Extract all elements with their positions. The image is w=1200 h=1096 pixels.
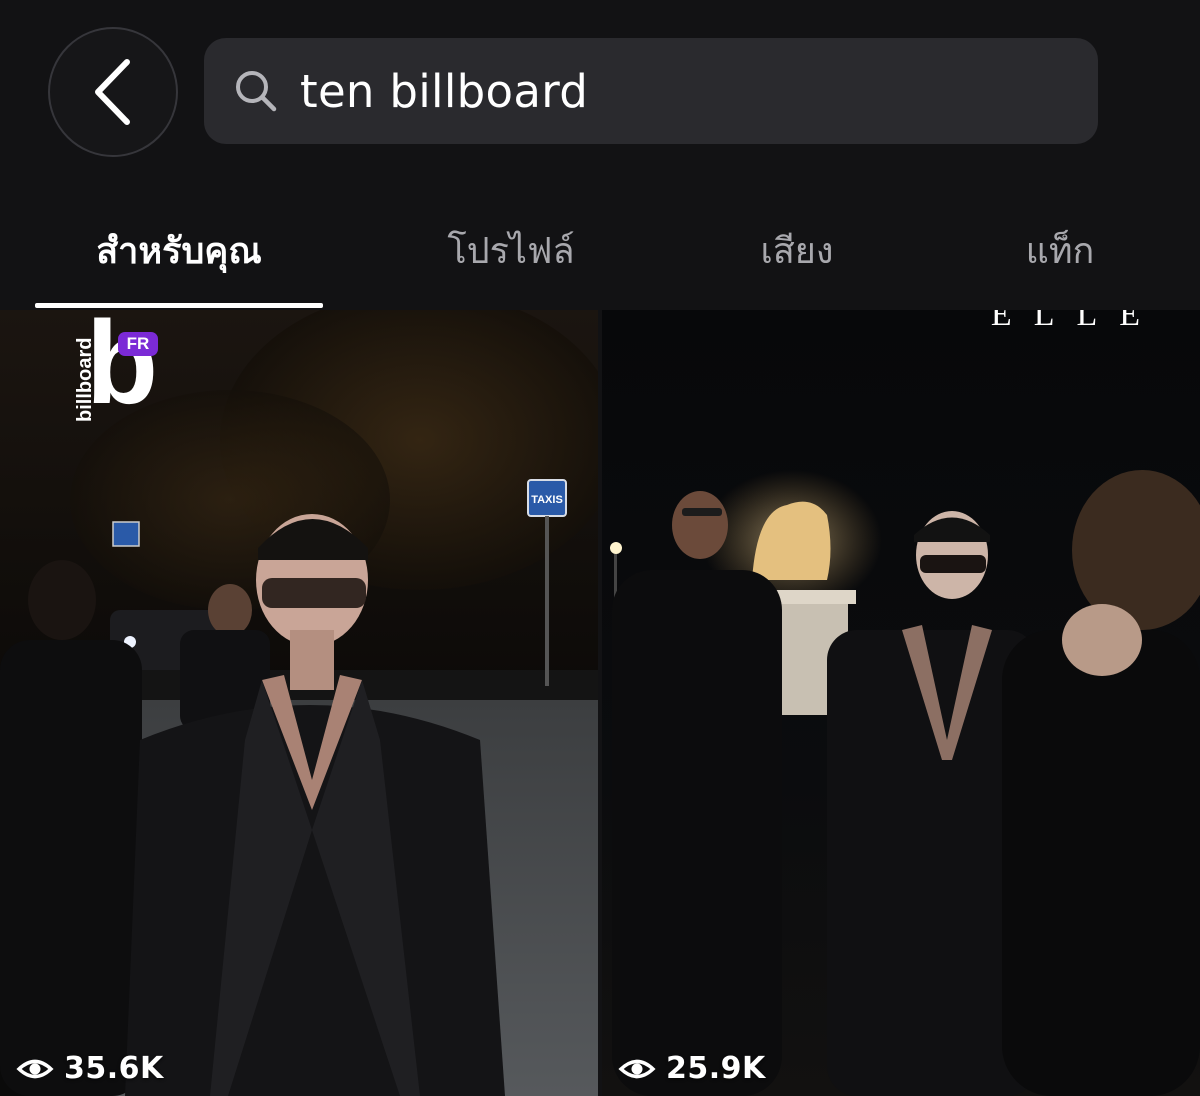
video-thumbnail[interactable]: ELLE 25.9K [602, 310, 1200, 1096]
back-button[interactable] [48, 27, 178, 157]
result-tabs: สำหรับคุณ โปรไฟล์ เสียง แท็ก [0, 200, 1200, 310]
eye-icon [618, 1054, 656, 1084]
views-count: 35.6K [64, 1051, 164, 1086]
search-icon [234, 69, 278, 113]
eye-icon [16, 1054, 54, 1084]
billboard-logo: billboard b FR [64, 310, 164, 432]
tab-for-you[interactable]: สำหรับคุณ [35, 200, 323, 300]
view-count: 25.9K [618, 1051, 766, 1086]
results-grid: TAXIS billboard b FR 35.6K ELLE 25.9K [0, 310, 1200, 1096]
back-chevron-icon [95, 59, 130, 125]
video-thumbnail[interactable]: TAXIS billboard b FR 35.6K [0, 310, 598, 1096]
taxi-sign: TAXIS [531, 494, 563, 506]
view-count: 35.6K [16, 1051, 164, 1086]
active-tab-indicator [35, 303, 323, 308]
elle-logo: ELLE [990, 310, 1162, 333]
thumbnail-image [602, 310, 1200, 1096]
billboard-b-mark: b [86, 310, 159, 429]
top-bar: สำหรับคุณ โปรไฟล์ เสียง แท็ก [0, 0, 1200, 310]
tab-profiles[interactable]: โปรไฟล์ [368, 200, 654, 300]
search-results-screen: สำหรับคุณ โปรไฟล์ เสียง แท็ก [0, 0, 1200, 1096]
billboard-fr-badge: FR [118, 332, 158, 356]
views-count: 25.9K [666, 1051, 766, 1086]
search-bar[interactable] [204, 38, 1098, 144]
tab-tags[interactable]: แท็ก [940, 200, 1180, 300]
search-input[interactable] [300, 38, 1098, 144]
tab-sounds[interactable]: เสียง [654, 200, 940, 300]
